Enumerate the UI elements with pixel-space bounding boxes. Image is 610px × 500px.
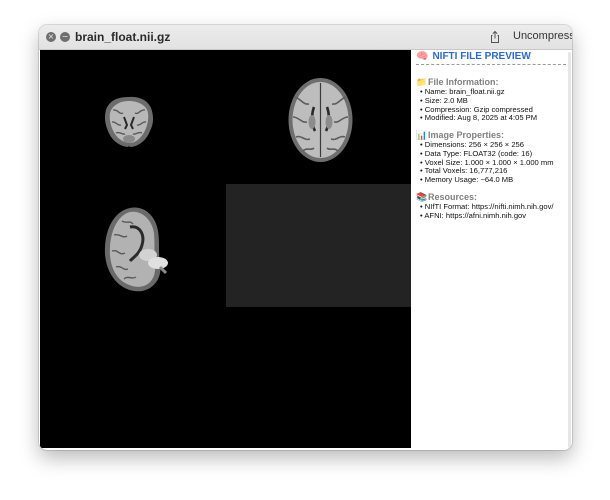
preview-window: × − brain_float.nii.gz Uncompress 🧠 NIFT…: [39, 25, 572, 450]
brain-icon: 🧠: [416, 51, 429, 62]
uncompress-button[interactable]: Uncompress: [513, 30, 572, 42]
empty-slice-panel: [226, 184, 411, 307]
close-icon[interactable]: ×: [46, 32, 56, 42]
file-information-label: File Information:: [428, 77, 499, 87]
scrollbar[interactable]: [568, 52, 571, 448]
axial-slice: [288, 78, 353, 162]
list-item: Modified: Aug 8, 2025 at 4:05 PM: [416, 114, 570, 123]
minimize-icon[interactable]: −: [60, 32, 70, 42]
preview-panel[interactable]: 🧠NIFTI FILE PREVIEW 📁File Information: N…: [412, 50, 572, 448]
preview-title-text: NIFTI FILE PREVIEW: [432, 51, 531, 62]
image-properties-section: 📊Image Properties: Dimensions: 256 × 256…: [416, 130, 570, 185]
file-information-section: 📁File Information: Name: brain_float.nii…: [416, 77, 570, 123]
title-bar: × − brain_float.nii.gz Uncompress: [39, 25, 572, 50]
image-properties-label: Image Properties:: [428, 130, 505, 140]
window-title: brain_float.nii.gz: [75, 30, 171, 44]
list-item: Memory Usage: ~64.0 MB: [416, 175, 570, 185]
share-icon[interactable]: [488, 30, 502, 44]
resources-section: 📚Resources: NIfTI Format: https://nifti.…: [416, 192, 570, 221]
title-divider: [416, 64, 566, 65]
slice-viewer[interactable]: [40, 50, 411, 448]
coronal-slice: [104, 96, 154, 147]
preview-title: 🧠 NIFTI FILE PREVIEW: [416, 51, 531, 62]
list-item[interactable]: AFNI: https://afni.nimh.nih.gov: [416, 211, 570, 221]
sagittal-slice: [104, 207, 168, 292]
resources-label: Resources:: [428, 192, 478, 202]
